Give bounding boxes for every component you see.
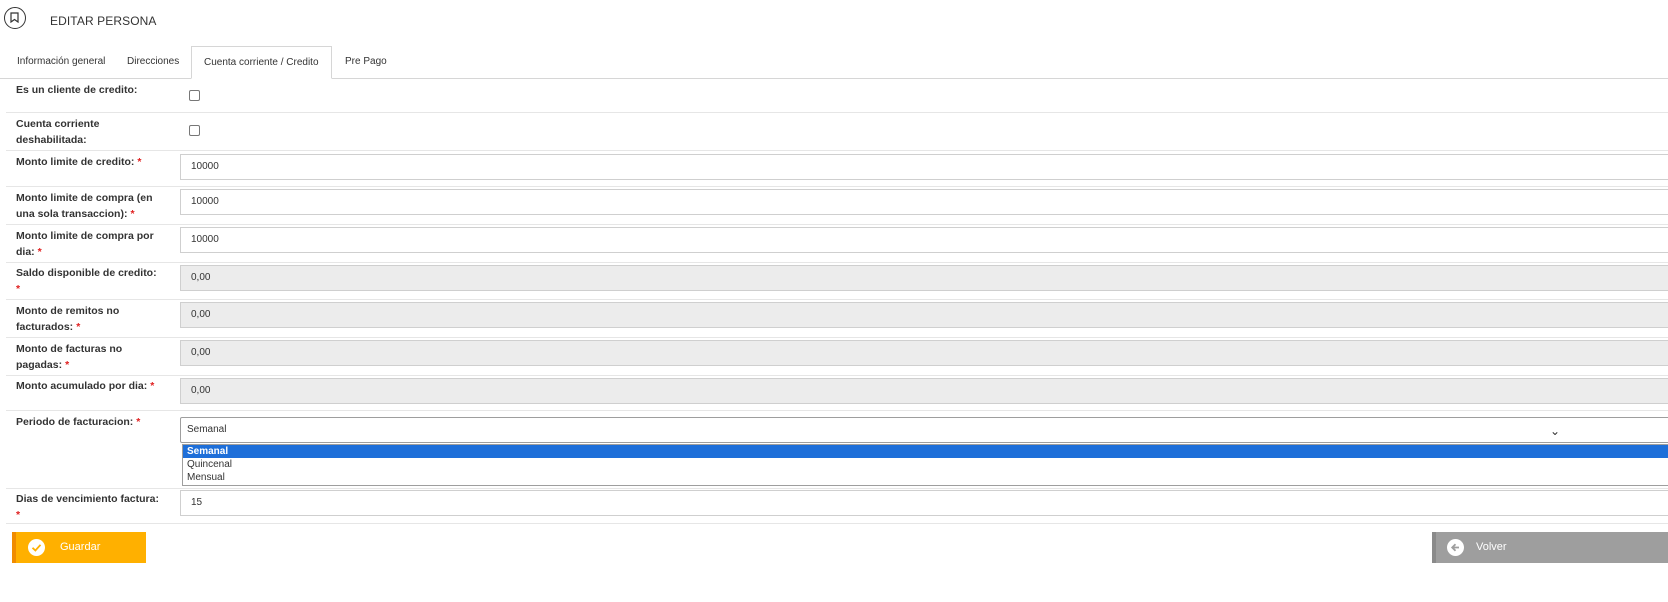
label-saldo-disponible: Saldo disponible de credito: * (16, 267, 157, 295)
cliente-credito-checkbox[interactable] (189, 90, 200, 101)
tab-cuenta-corriente[interactable]: Cuenta corriente / Credito (191, 46, 332, 79)
saldo-disponible-input: 0,00 (180, 265, 1668, 291)
chevron-down-icon: ⌄ (1550, 424, 1561, 438)
row-saldo-disponible: Saldo disponible de credito: * 0,00 (6, 263, 1668, 300)
option-mensual[interactable]: Mensual (183, 471, 1668, 484)
monto-limite-credito-input[interactable]: 10000 (180, 154, 1668, 180)
bookmark-icon[interactable] (4, 7, 26, 29)
save-button[interactable]: Guardar (12, 532, 146, 563)
label-cliente-credito: Es un cliente de credito: (16, 84, 138, 96)
back-button-label: Volver (1476, 541, 1507, 553)
save-button-label: Guardar (60, 541, 101, 553)
label-periodo-facturacion: Periodo de facturacion: * (16, 416, 141, 428)
label-monto-acumulado: Monto acumulado por dia: * (16, 380, 155, 392)
periodo-selected-value: Semanal (187, 424, 227, 435)
label-monto-remitos: Monto de remitos no facturados: * (16, 305, 120, 333)
tab-bar: Información general Direcciones Cuenta c… (0, 46, 1668, 79)
label-cuenta-deshabilitada: Cuenta corriente deshabilitada: (16, 118, 100, 146)
label-monto-limite-credito: Monto limite de credito: * (16, 156, 142, 168)
cuenta-deshabilitada-checkbox[interactable] (189, 125, 200, 136)
row-cuenta-deshabilitada: Cuenta corriente deshabilitada: (6, 113, 1668, 151)
label-monto-limite-dia: Monto limite de compra por dia: * (16, 230, 154, 258)
row-monto-remitos: Monto de remitos no facturados: * 0,00 (6, 300, 1668, 338)
option-quincenal[interactable]: Quincenal (183, 458, 1668, 471)
label-monto-limite-compra: Monto limite de compra (en una sola trans… (16, 192, 153, 220)
row-monto-limite-compra: Monto limite de compra (en una sola trans… (6, 187, 1668, 225)
page-title: EDITAR PERSONA (50, 14, 157, 28)
arrow-left-icon (1447, 539, 1464, 556)
periodo-dropdown-list: Semanal Quincenal Mensual (182, 444, 1668, 486)
monto-facturas-input: 0,00 (180, 340, 1668, 366)
monto-remitos-input: 0,00 (180, 302, 1668, 328)
tab-pre-pago[interactable]: Pre Pago (333, 46, 399, 78)
row-dias-vencimiento: Dias de vencimiento factura: * 15 (6, 489, 1668, 524)
row-monto-limite-credito: Monto limite de credito: * 10000 (6, 151, 1668, 187)
dias-vencimiento-input[interactable]: 15 (180, 490, 1668, 516)
periodo-facturacion-select[interactable]: Semanal ⌄ (180, 417, 1668, 443)
page-header: EDITAR PERSONA (0, 0, 1668, 42)
tab-informacion-general[interactable]: Información general (5, 46, 117, 78)
monto-acumulado-input: 0,00 (180, 378, 1668, 404)
option-semanal[interactable]: Semanal (183, 445, 1668, 458)
monto-limite-compra-input[interactable]: 10000 (180, 189, 1668, 215)
row-monto-acumulado: Monto acumulado por dia: * 0,00 (6, 376, 1668, 411)
back-button[interactable]: Volver (1432, 532, 1668, 563)
row-cliente-credito: Es un cliente de credito: (6, 79, 1668, 113)
label-monto-facturas: Monto de facturas no pagadas: * (16, 343, 123, 371)
label-dias-vencimiento: Dias de vencimiento factura: * (16, 493, 159, 521)
row-monto-limite-dia: Monto limite de compra por dia: * 10000 (6, 225, 1668, 263)
monto-limite-dia-input[interactable]: 10000 (180, 227, 1668, 253)
check-icon (28, 539, 45, 556)
row-monto-facturas: Monto de facturas no pagadas: * 0,00 (6, 338, 1668, 376)
tab-direcciones[interactable]: Direcciones (115, 46, 191, 78)
